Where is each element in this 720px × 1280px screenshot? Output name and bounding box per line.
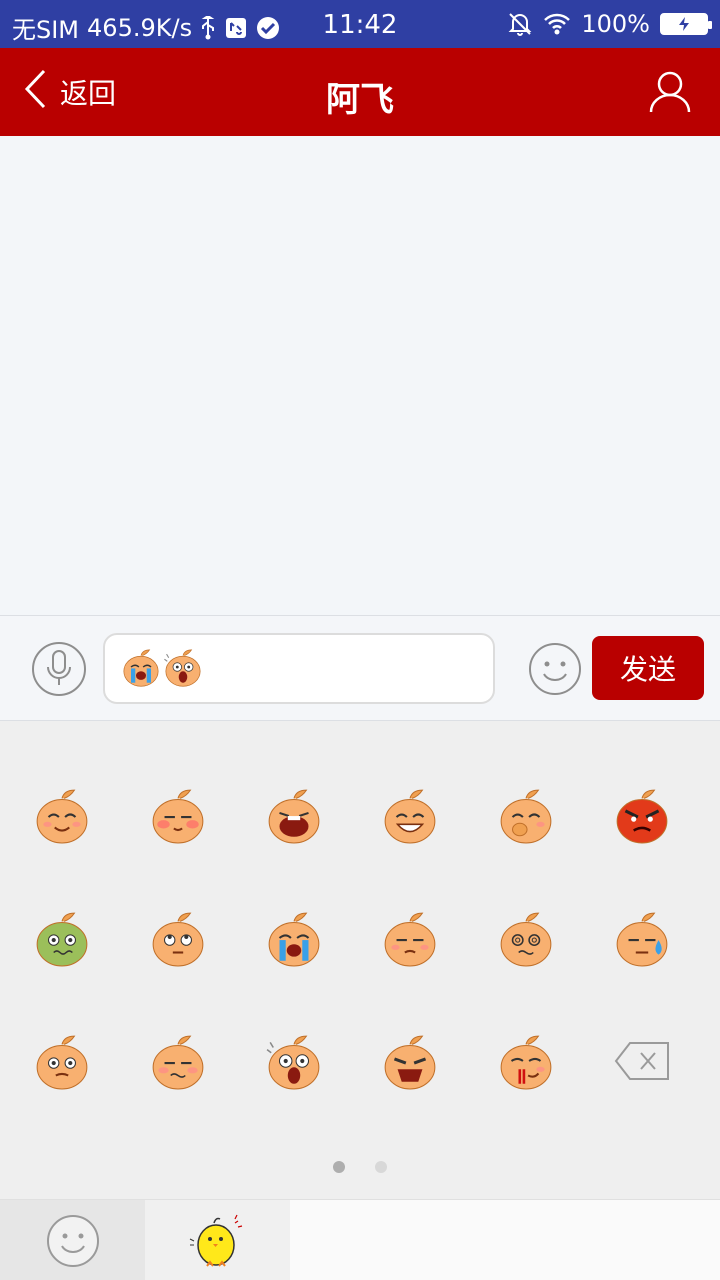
status-bar: 无SIM 465.9K/s 11:42 100% [0, 0, 720, 48]
message-input[interactable] [103, 633, 495, 704]
smiley-tab[interactable] [0, 1200, 145, 1280]
emoji-yell-icon[interactable] [352, 999, 468, 1122]
back-button[interactable]: 返回 [24, 68, 116, 116]
battery-text: 100% [581, 10, 650, 38]
emoji-shocked-icon[interactable] [236, 999, 352, 1122]
input-bar: 发送 [0, 615, 720, 721]
backspace-icon[interactable] [584, 999, 700, 1122]
chat-message-area[interactable] [0, 136, 720, 615]
microphone-icon[interactable] [32, 642, 86, 696]
mute-bell-icon [507, 11, 533, 37]
send-button[interactable]: 发送 [592, 636, 704, 700]
emoji-angry-icon[interactable] [584, 753, 700, 876]
emoji-grin-icon[interactable] [352, 753, 468, 876]
emoji-panel [0, 721, 720, 1199]
emoji-embarrassed-icon[interactable] [120, 999, 236, 1122]
emoji-smile-icon[interactable] [4, 753, 120, 876]
emoji-shocked-icon [163, 647, 203, 691]
back-chevron-icon [24, 69, 46, 116]
emoji-unamused-icon[interactable] [352, 876, 468, 999]
emoji-crying-icon [121, 647, 161, 691]
profile-icon[interactable] [648, 70, 692, 114]
smiley-icon[interactable] [528, 642, 582, 696]
emoji-category-tabs [0, 1199, 720, 1280]
back-label: 返回 [60, 77, 117, 110]
emoji-sick-icon[interactable] [4, 876, 120, 999]
emoji-giggle-icon[interactable] [468, 753, 584, 876]
page-dot-1[interactable] [333, 1161, 345, 1173]
battery-charging-icon [660, 13, 712, 35]
chick-tab[interactable] [145, 1200, 290, 1280]
page-dot-2[interactable] [375, 1161, 387, 1173]
wifi-icon [543, 12, 571, 36]
emoji-surprised-icon[interactable] [4, 999, 120, 1122]
emoji-grid [0, 753, 720, 1122]
emoji-dizzy-icon[interactable] [468, 876, 584, 999]
emoji-shy-icon[interactable] [120, 753, 236, 876]
emoji-wail-icon[interactable] [236, 753, 352, 876]
chat-header: 返回 阿飞 [0, 48, 720, 136]
emoji-eye-roll-icon[interactable] [120, 876, 236, 999]
emoji-sweat-icon[interactable] [584, 876, 700, 999]
page-indicator [0, 1161, 720, 1173]
emoji-crying-icon[interactable] [236, 876, 352, 999]
emoji-nosebleed-icon[interactable] [468, 999, 584, 1122]
